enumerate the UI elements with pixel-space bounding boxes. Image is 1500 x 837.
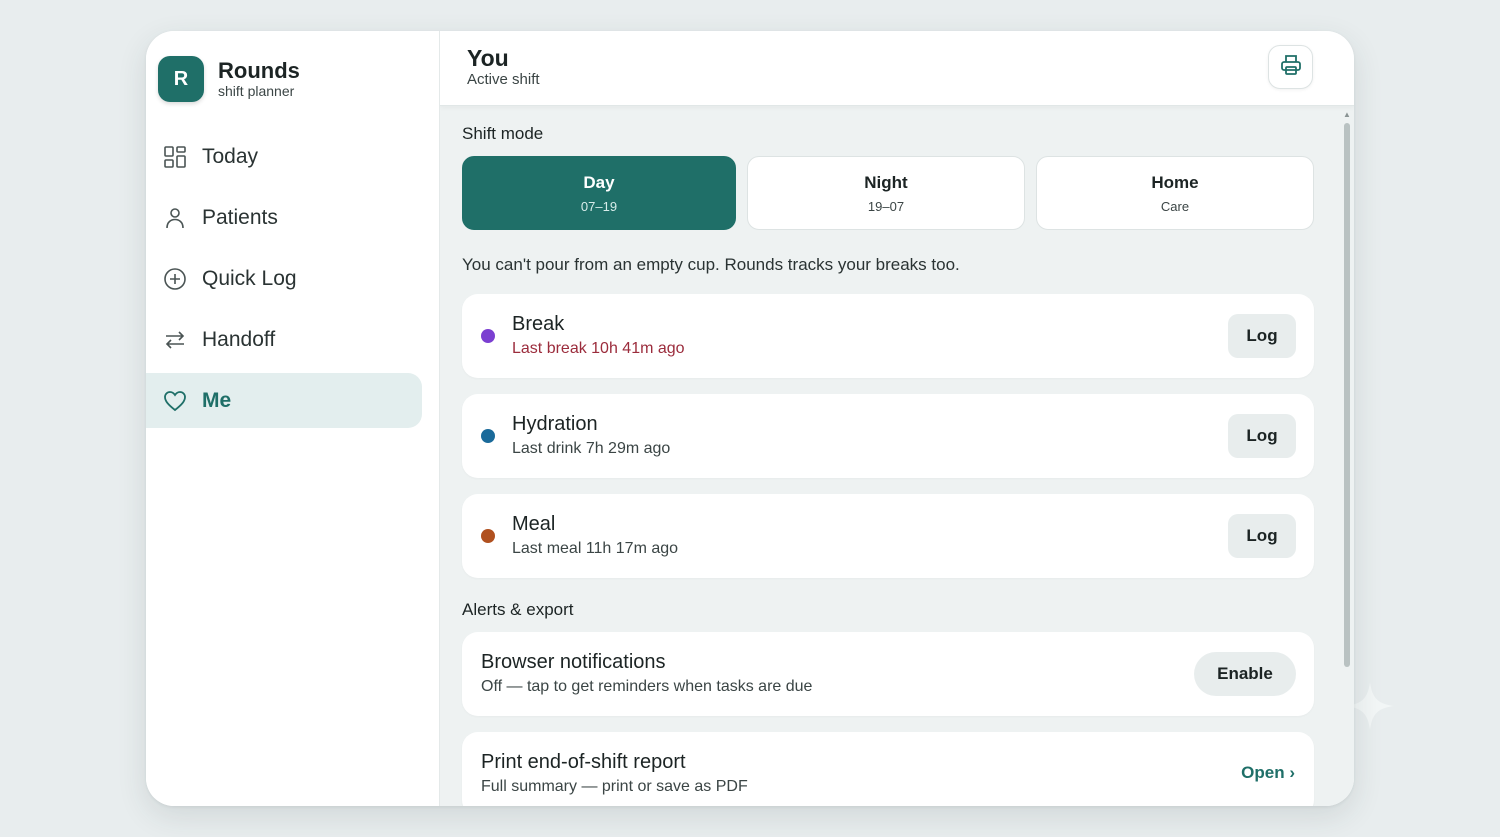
heart-icon <box>163 389 187 413</box>
shift-mode-night[interactable]: Night 19–07 <box>747 156 1025 230</box>
printer-icon <box>1279 53 1303 82</box>
sidebar-item-label: Me <box>202 388 232 412</box>
notifications-card: Browser notifications Off — tap to get r… <box>462 632 1314 716</box>
alerts-export-label: Alerts & export <box>462 600 574 619</box>
swap-arrows-icon <box>163 328 187 352</box>
main-content: You Active shift ▲ Shift mode Day 07–19 … <box>440 31 1354 806</box>
sidebar-item-label: Patients <box>202 205 278 229</box>
log-break-button[interactable]: Log <box>1228 314 1296 358</box>
page-title: You <box>467 45 509 71</box>
page-subtitle: Active shift <box>467 71 540 88</box>
shift-mode-label-text: Night <box>864 172 908 192</box>
enable-notifications-button[interactable]: Enable <box>1194 652 1296 696</box>
shift-mode-label: Shift mode <box>462 124 544 143</box>
shift-mode-selector: Day 07–19 Night 19–07 Home Care <box>462 156 1314 230</box>
sidebar: R Rounds shift planner Today Patients Qu… <box>146 31 440 806</box>
sidebar-item-today[interactable]: Today <box>146 129 422 184</box>
sidebar-item-label: Quick Log <box>202 266 297 290</box>
plus-circle-icon <box>163 267 187 291</box>
shift-mode-day[interactable]: Day 07–19 <box>462 156 736 230</box>
log-hydration-button[interactable]: Log <box>1228 414 1296 458</box>
self-care-card-break: Break Last break 10h 41m ago Log <box>462 294 1314 378</box>
sidebar-item-label: Today <box>202 144 259 168</box>
scroll-up-arrow-icon[interactable]: ▲ <box>1343 111 1351 119</box>
app-name: Rounds <box>218 58 300 83</box>
print-button[interactable] <box>1268 45 1313 89</box>
self-care-quote: You can't pour from an empty cup. Rounds… <box>462 255 960 274</box>
brand: R Rounds shift planner <box>158 56 300 102</box>
self-care-card-meal: Meal Last meal 11h 17m ago Log <box>462 494 1314 578</box>
shift-mode-hours: 07–19 <box>580 198 618 214</box>
person-icon <box>163 206 187 230</box>
card-status: Last drink 7h 29m ago <box>512 440 671 457</box>
grid-icon <box>163 145 187 169</box>
status-dot <box>481 329 495 343</box>
card-status: Last meal 11h 17m ago <box>512 540 679 557</box>
app-subtitle: shift planner <box>218 83 295 99</box>
open-report-link[interactable]: Open › <box>1241 763 1295 783</box>
shift-mode-hours: Care <box>1160 198 1190 214</box>
sidebar-item-quick-log[interactable]: Quick Log <box>146 251 422 306</box>
status-dot <box>481 429 495 443</box>
top-bar: You Active shift <box>440 31 1354 106</box>
shift-mode-home[interactable]: Home Care <box>1036 156 1314 230</box>
app-logo: R <box>158 56 204 102</box>
self-care-card-hydration: Hydration Last drink 7h 29m ago Log <box>462 394 1314 478</box>
card-status: Last break 10h 41m ago <box>512 340 685 357</box>
notifications-title: Browser notifications <box>481 651 666 673</box>
sidebar-item-label: Handoff <box>202 327 276 351</box>
card-title: Hydration <box>512 413 598 435</box>
content-area: Shift mode Day 07–19 Night 19–07 Home Ca… <box>462 124 1314 806</box>
report-card: Print end-of-shift report Full summary —… <box>462 732 1314 806</box>
log-meal-button[interactable]: Log <box>1228 514 1296 558</box>
card-title: Meal <box>512 513 556 535</box>
shift-mode-hours: 19–07 <box>867 198 905 214</box>
card-title: Break <box>512 313 565 335</box>
sidebar-item-me[interactable]: Me <box>146 373 422 428</box>
status-dot <box>481 529 495 543</box>
report-title: Print end-of-shift report <box>481 751 686 773</box>
scrollbar[interactable]: ▲ <box>1343 111 1351 671</box>
shift-mode-label-text: Day <box>583 172 615 192</box>
app-window: R Rounds shift planner Today Patients Qu… <box>146 31 1354 806</box>
shift-mode-label-text: Home <box>1151 172 1199 192</box>
sidebar-item-handoff[interactable]: Handoff <box>146 312 422 367</box>
scroll-thumb[interactable] <box>1344 123 1350 667</box>
report-description: Full summary — print or save as PDF <box>481 778 748 795</box>
sidebar-item-patients[interactable]: Patients <box>146 190 422 245</box>
sidebar-nav: Today Patients Quick Log Handoff Me <box>146 129 422 434</box>
notifications-status: Off — tap to get reminders when tasks ar… <box>481 678 813 695</box>
